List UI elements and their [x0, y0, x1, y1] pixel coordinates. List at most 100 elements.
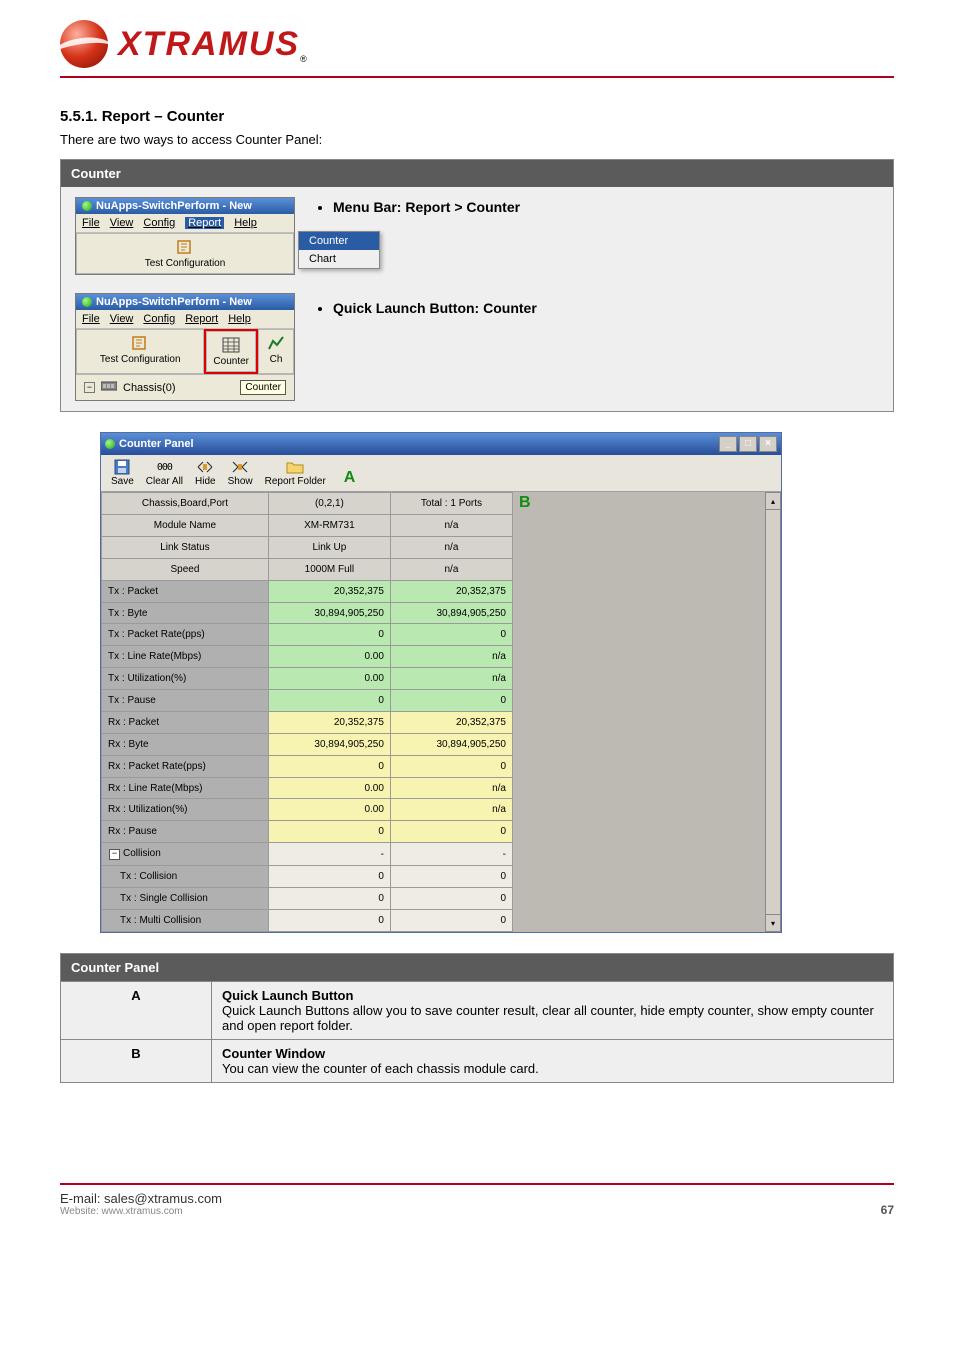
chart-icon: [267, 334, 285, 352]
menu-view[interactable]: View: [110, 217, 134, 229]
marker-b: B: [519, 494, 531, 512]
scroll-down-icon[interactable]: ▾: [765, 914, 781, 932]
table-row: Rx : Line Rate(Mbps)0.00n/a: [102, 777, 513, 799]
table-row: Tx : Single Collision00: [102, 888, 513, 910]
desc-row-b-marker: B: [61, 1040, 212, 1083]
table-row: Tx : Byte30,894,905,25030,894,905,250: [102, 602, 513, 624]
footer-email: E-mail: sales@xtramus.com: [60, 1191, 881, 1206]
table-row: Module NameXM-RM731n/a: [102, 515, 513, 537]
table-row: Speed1000M Fulln/a: [102, 558, 513, 580]
desc-table-header: Counter Panel: [61, 954, 894, 982]
vertical-scrollbar[interactable]: ▴ ▾: [765, 492, 781, 932]
table-row: Tx : Line Rate(Mbps)0.00n/a: [102, 646, 513, 668]
test-config-icon: [176, 238, 194, 256]
mini-window-menu: NuApps-SwitchPerform - New File View Con…: [75, 197, 295, 275]
menu-file[interactable]: File: [82, 217, 100, 229]
counter-button[interactable]: Counter: [213, 356, 249, 367]
counter-panel-title: Counter Panel: [119, 438, 194, 450]
chart-label[interactable]: Ch: [270, 354, 283, 365]
report-folder-tool[interactable]: Report Folder: [261, 459, 330, 487]
test-config-icon: [131, 334, 149, 352]
menu-config[interactable]: Config: [143, 217, 175, 229]
folder-icon: [286, 459, 304, 475]
scroll-up-icon[interactable]: ▴: [765, 492, 781, 510]
menu-file[interactable]: File: [82, 313, 100, 325]
chassis-icon: [101, 380, 117, 395]
logo-icon: [60, 20, 108, 68]
table-row: Rx : Packet20,352,37520,352,375: [102, 711, 513, 733]
app-icon: [82, 297, 92, 307]
page-footer: E-mail: sales@xtramus.com Website: www.x…: [60, 1183, 894, 1217]
clear-all-tool[interactable]: 000 Clear All: [142, 459, 187, 487]
show-tool[interactable]: Show: [224, 459, 257, 487]
bullet-quick-launch: Quick Launch Button: Counter: [333, 298, 537, 319]
mini-menubar-2: File View Config Report Help: [76, 310, 294, 329]
table-row: Tx : Packet Rate(pps)00: [102, 624, 513, 646]
table-row: Chassis,Board,Port(0,2,1)Total : 1 Ports: [102, 493, 513, 515]
counter-button-highlight: Counter: [204, 329, 258, 374]
section-title: 5.5.1. Report – Counter: [60, 108, 894, 125]
table-row: Rx : Packet Rate(pps)00: [102, 755, 513, 777]
table-row: −Collision--: [102, 843, 513, 866]
hide-icon: [196, 459, 214, 475]
clear-all-icon: 000: [155, 459, 173, 475]
minimize-button[interactable]: _: [719, 436, 737, 452]
counter-panel-toolbar: Save 000 Clear All Hide Show: [101, 455, 781, 492]
desc-row-a-marker: A: [61, 982, 212, 1040]
tree-expander-icon[interactable]: −: [109, 849, 120, 860]
mini-app-title: NuApps-SwitchPerform - New: [96, 200, 252, 212]
save-tool[interactable]: Save: [107, 459, 138, 487]
box-header: Counter: [61, 160, 893, 187]
save-icon: [113, 459, 131, 475]
mini-window-toolbar: NuApps-SwitchPerform - New File View Con…: [75, 293, 295, 401]
brand-header: XTRAMUS®: [60, 20, 894, 78]
maximize-button[interactable]: □: [739, 436, 757, 452]
bullet-menu-path: Menu Bar: Report > Counter: [333, 197, 537, 218]
table-row: Rx : Utilization(%)0.00n/a: [102, 799, 513, 821]
blank-panel: B ▴ ▾: [513, 492, 781, 932]
dropdown-chart[interactable]: Chart: [299, 250, 379, 268]
counter-table: Chassis,Board,Port(0,2,1)Total : 1 Ports…: [101, 492, 513, 932]
page-number: 67: [881, 1203, 894, 1217]
table-row: Tx : Utilization(%)0.00n/a: [102, 668, 513, 690]
close-button[interactable]: ×: [759, 436, 777, 452]
marker-a: A: [344, 469, 356, 487]
table-row: Tx : Pause00: [102, 690, 513, 712]
table-row: Tx : Packet20,352,37520,352,375: [102, 580, 513, 602]
table-row: Tx : Collision00: [102, 866, 513, 888]
counter-icon: [222, 336, 240, 354]
tree-chassis[interactable]: Chassis(0): [123, 382, 176, 394]
table-row: Tx : Multi Collision00: [102, 910, 513, 932]
desc-row-a-text: Quick Launch Button Quick Launch Buttons…: [212, 982, 894, 1040]
mini-menubar: File View Config Report Help: [76, 214, 294, 233]
table-row: Link StatusLink Upn/a: [102, 536, 513, 558]
mini-titlebar-2: NuApps-SwitchPerform - New: [76, 294, 294, 310]
menu-view[interactable]: View: [110, 313, 134, 325]
hide-tool[interactable]: Hide: [191, 459, 220, 487]
mini-titlebar: NuApps-SwitchPerform - New: [76, 198, 294, 214]
app-icon: [105, 439, 115, 449]
desc-row-b-text: Counter Window You can view the counter …: [212, 1040, 894, 1083]
app-icon: [82, 201, 92, 211]
tree-expander-icon[interactable]: −: [84, 382, 95, 393]
table-row: Rx : Pause00: [102, 821, 513, 843]
logo-text: XTRAMUS®: [118, 25, 307, 64]
report-dropdown: Counter Chart: [298, 231, 380, 269]
menu-report[interactable]: Report: [185, 217, 224, 229]
test-config-label[interactable]: Test Configuration: [145, 258, 226, 269]
menu-help[interactable]: Help: [234, 217, 257, 229]
table-row: Rx : Byte30,894,905,25030,894,905,250: [102, 733, 513, 755]
test-config-label[interactable]: Test Configuration: [100, 354, 181, 365]
menu-report[interactable]: Report: [185, 313, 218, 325]
show-icon: [231, 459, 249, 475]
menu-config[interactable]: Config: [143, 313, 175, 325]
dropdown-counter[interactable]: Counter: [299, 232, 379, 250]
menu-help[interactable]: Help: [228, 313, 251, 325]
tooltip: Counter: [240, 380, 286, 395]
section-desc: There are two ways to access Counter Pan…: [60, 131, 894, 149]
description-table: Counter Panel A Quick Launch Button Quic…: [60, 953, 894, 1083]
mini-app-title-2: NuApps-SwitchPerform - New: [96, 296, 252, 308]
counter-panel-window: Counter Panel _ □ × Save 000 Clear All: [100, 432, 782, 933]
footer-website: Website: www.xtramus.com: [60, 1206, 881, 1217]
counter-access-box: Counter NuApps-SwitchPerform - New File …: [60, 159, 894, 412]
